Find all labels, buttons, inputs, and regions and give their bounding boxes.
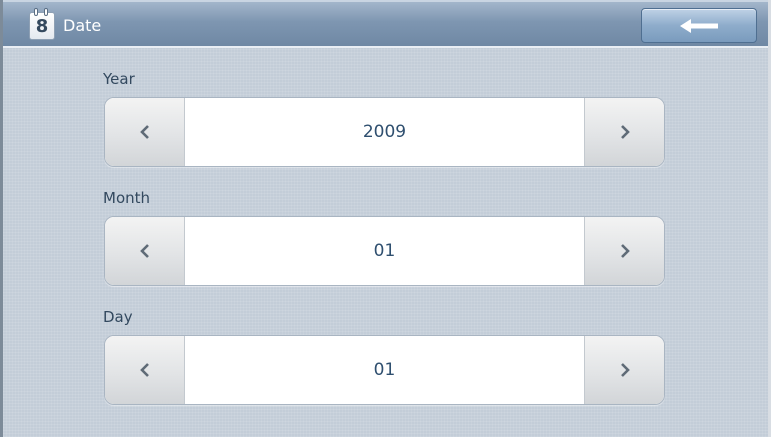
calendar-icon-number: 8 [35,16,49,37]
year-decrease-button[interactable] [105,98,185,166]
calendar-icon: 8 [29,8,55,40]
title-bar: 8 Date [3,0,768,48]
chevron-left-icon [140,363,149,377]
year-spinner: 2009 [104,97,665,167]
day-decrease-button[interactable] [105,336,185,404]
date-settings-window: 8 Date Year 2009 Month 01 Day 01 [0,0,771,437]
chevron-right-icon [621,363,630,377]
month-increase-button[interactable] [584,217,664,285]
back-button[interactable] [641,8,757,43]
left-arrow-icon [680,19,718,33]
month-decrease-button[interactable] [105,217,185,285]
year-label: Year [103,70,135,88]
chevron-right-icon [621,244,630,258]
year-value: 2009 [362,122,407,142]
day-value: 01 [373,360,396,380]
month-label: Month [103,189,151,207]
window-title: Date [63,16,102,35]
day-spinner: 01 [104,335,665,405]
chevron-left-icon [140,244,149,258]
month-value: 01 [373,241,396,261]
day-label: Day [103,308,133,326]
day-increase-button[interactable] [584,336,664,404]
year-increase-button[interactable] [584,98,664,166]
chevron-left-icon [140,125,149,139]
chevron-right-icon [621,125,630,139]
month-spinner: 01 [104,216,665,286]
